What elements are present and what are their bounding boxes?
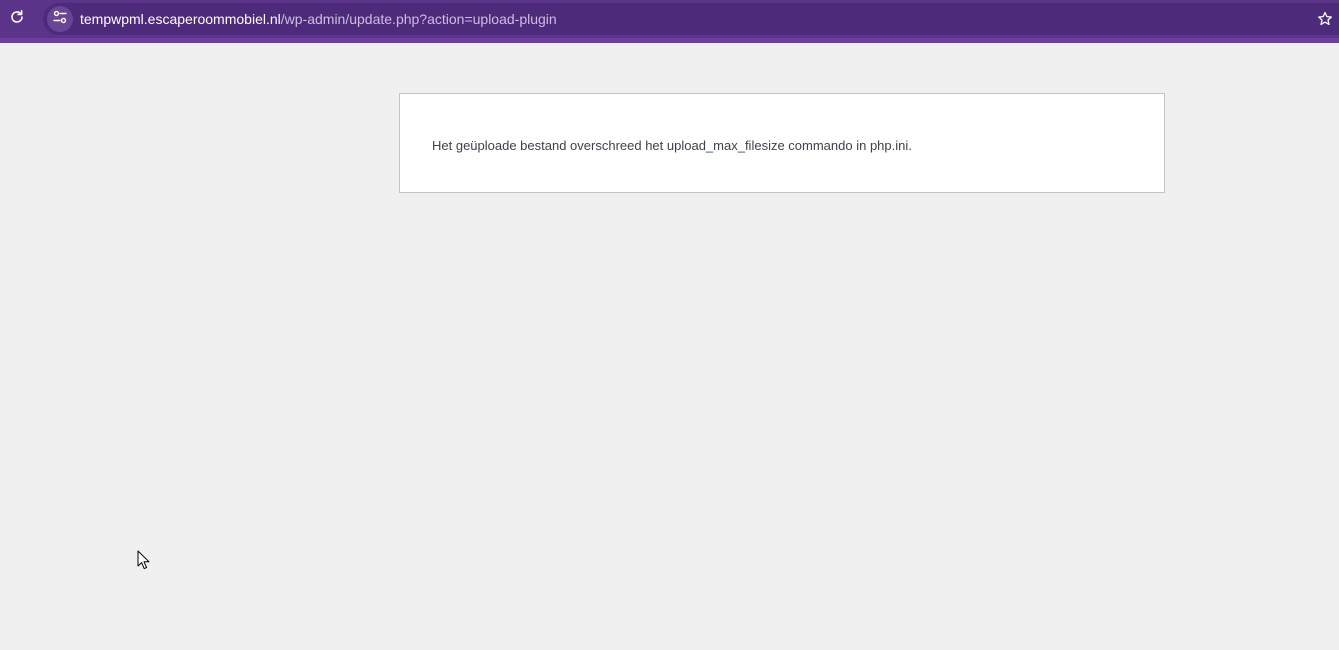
- url-host: tempwpml.escaperoommobiel.nl: [80, 11, 281, 27]
- reload-button[interactable]: [4, 6, 30, 32]
- url-path: /wp-admin/update.php?action=upload-plugi…: [280, 11, 557, 27]
- error-notice: Het geüploade bestand overschreed het up…: [399, 93, 1165, 193]
- error-message: Het geüploade bestand overschreed het up…: [432, 138, 912, 153]
- toolbar-bottom-strip: [0, 38, 1339, 43]
- url-text[interactable]: tempwpml.escaperoommobiel.nl/wp-admin/up…: [80, 3, 557, 35]
- star-icon: [1317, 11, 1333, 32]
- browser-toolbar: tempwpml.escaperoommobiel.nl/wp-admin/up…: [0, 0, 1339, 38]
- bookmark-button[interactable]: [1313, 9, 1337, 33]
- address-bar[interactable]: tempwpml.escaperoommobiel.nl/wp-admin/up…: [43, 3, 1339, 35]
- reload-icon: [9, 9, 25, 30]
- mouse-cursor-icon: [137, 550, 151, 570]
- site-info-button[interactable]: [47, 6, 73, 32]
- site-settings-icon: [52, 9, 68, 30]
